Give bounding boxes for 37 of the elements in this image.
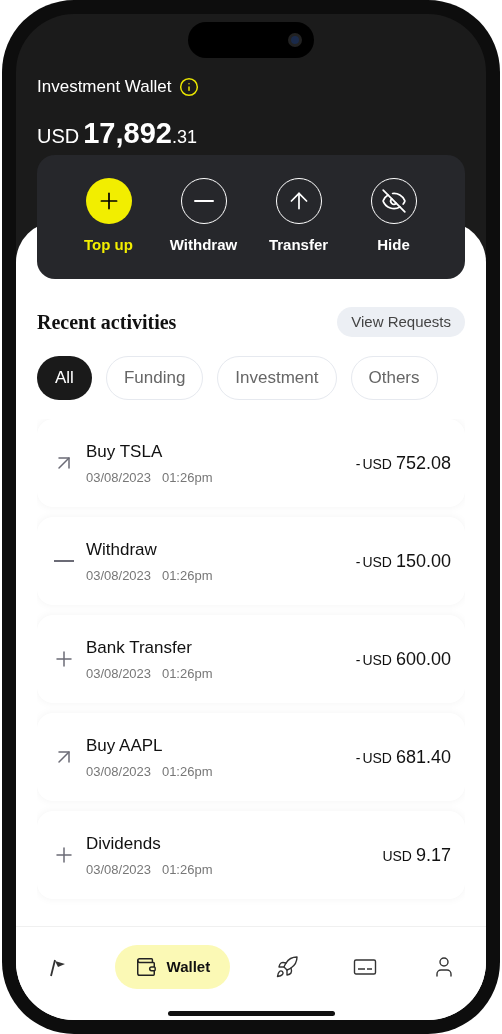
eye-off-icon [380, 187, 407, 214]
minus-icon [192, 199, 215, 202]
activity-title: Bank Transfer [86, 636, 193, 659]
activity-card[interactable]: Dividends 03/08/2023 01:26pm USD 9.17 [37, 811, 465, 899]
activity-title: Buy AAPL [86, 734, 164, 757]
activity-card[interactable]: Buy TSLA 03/08/2023 01:26pm -USD 752.08 [37, 419, 465, 507]
activity-card[interactable]: Bank Transfer 03/08/2023 01:26pm -USD 600.00 [37, 615, 465, 703]
camera-lens [288, 33, 302, 47]
action-button[interactable]: Transfer [253, 177, 344, 257]
activity-datetime: 03/08/2023 01:26pm [86, 763, 213, 781]
activity-datetime: 03/08/2023 01:26pm [86, 861, 213, 879]
wallet-title: Investment Wallet [37, 76, 172, 98]
activity-amount: -USD 600.00 [355, 647, 451, 671]
activity-amount: -USD 150.00 [355, 549, 451, 573]
activity-datetime: 03/08/2023 01:26pm [86, 469, 213, 487]
section-title: Recent activities [37, 310, 177, 335]
activity-title: Dividends [86, 832, 162, 855]
action-button[interactable]: Hide [348, 177, 439, 257]
activity-title: Buy TSLA [86, 440, 164, 463]
activity-card[interactable]: Buy AAPL 03/08/2023 01:26pm -USD 681.40 [37, 713, 465, 801]
action-button[interactable]: Withdraw [158, 177, 249, 257]
info-icon[interactable] [179, 76, 200, 97]
nav-tab[interactable]: Wallet [114, 945, 231, 989]
activity-amount: -USD 752.08 [355, 451, 451, 475]
activity-title: Withdraw [86, 538, 158, 561]
balance-amount: USD 17,892.31 [37, 115, 198, 151]
filter-tab[interactable]: All [37, 356, 92, 400]
activity-amount: USD 9.17 [382, 843, 451, 867]
view-requests-button[interactable]: View Requests [337, 307, 465, 337]
activity-datetime: 03/08/2023 01:26pm [86, 665, 213, 683]
activity-datetime: 03/08/2023 01:26pm [86, 567, 213, 585]
rocket-icon [274, 955, 299, 979]
activity-card[interactable]: Withdraw 03/08/2023 01:26pm -USD 150.00 [37, 517, 465, 605]
activity-amount: -USD 681.40 [355, 745, 451, 769]
wallet-icon [134, 956, 157, 978]
action-button[interactable]: Top up [63, 177, 154, 257]
minus-icon [54, 560, 74, 562]
